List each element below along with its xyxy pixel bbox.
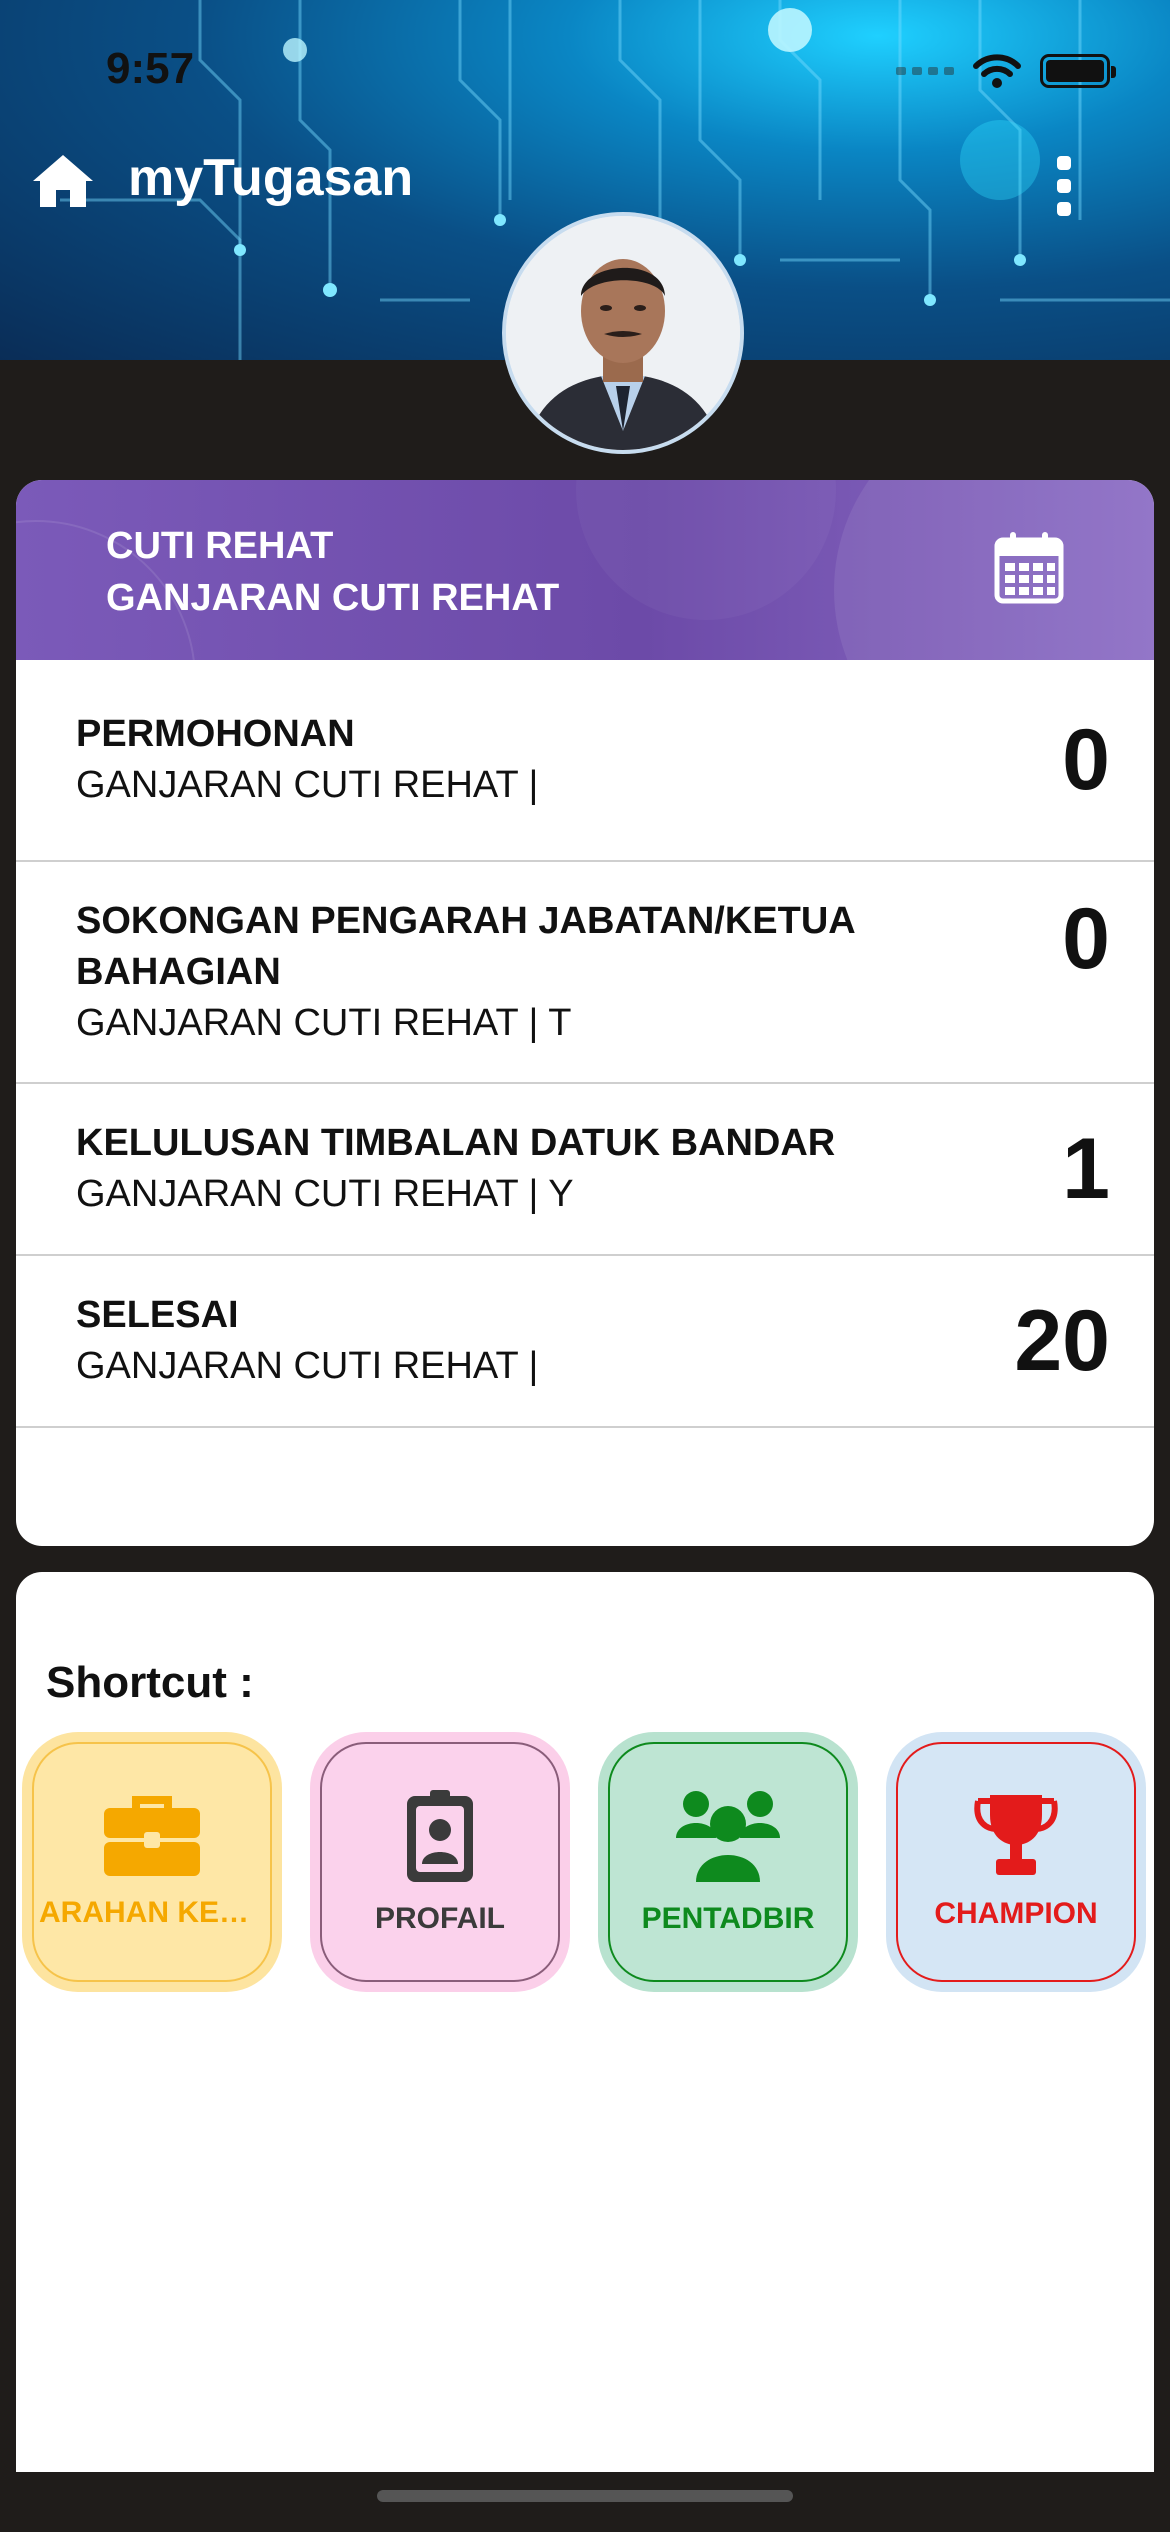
list-item-count: 20 (1014, 1292, 1110, 1389)
list-item-subtitle: GANJARAN CUTI REHAT | Y (76, 1173, 574, 1215)
shortcut-label-text: CHAMPION (934, 1897, 1098, 1930)
leave-card-title-line1: CUTI REHAT (106, 525, 334, 567)
list-item-permohonan[interactable]: PERMOHONAN GANJARAN CUTI REHAT | 0 (16, 660, 1154, 862)
shortcut-profail[interactable]: PROFAIL (310, 1732, 570, 1992)
shortcut-card: Shortcut : ARAHAN KER... PROFAIL PENTADB… (16, 1572, 1154, 2472)
leave-card-title-line2: GANJARAN CUTI REHAT (106, 577, 560, 619)
shortcut-label-text: PENTADBIR (641, 1902, 815, 1935)
shortcut-arahan-kerja[interactable]: ARAHAN KER... (22, 1732, 282, 1992)
list-item-count: 1 (1062, 1120, 1110, 1217)
status-icons (896, 52, 1116, 90)
more-menu-button[interactable] (1048, 156, 1080, 216)
list-item-title: SELESAI (76, 1294, 239, 1336)
app-title: myTugasan (128, 149, 414, 207)
shortcut-label: Shortcut : (46, 1658, 254, 1707)
list-item-title: PERMOHONAN (76, 713, 355, 755)
list-item-kelulusan[interactable]: KELULUSAN TIMBALAN DATUK BANDAR GANJARAN… (16, 1084, 1154, 1256)
shortcut-label-text: PROFAIL (374, 1902, 505, 1935)
leave-card: CUTI REHAT GANJARAN CUTI REHAT PERMOHONA… (16, 480, 1154, 1546)
home-indicator (377, 2490, 793, 2502)
avatar[interactable] (502, 212, 744, 454)
shortcut-champion[interactable]: CHAMPION (886, 1732, 1146, 1992)
list-item-count: 0 (1062, 891, 1110, 987)
list-item-subtitle: GANJARAN CUTI REHAT | (76, 1345, 539, 1387)
home-button[interactable] (30, 152, 96, 215)
leave-card-header[interactable]: CUTI REHAT GANJARAN CUTI REHAT (16, 480, 1154, 660)
users-icon (676, 1791, 780, 1882)
status-time: 9:57 (106, 44, 195, 93)
wifi-icon (973, 54, 1021, 88)
calendar-icon (994, 532, 1064, 604)
list-item-subtitle: GANJARAN CUTI REHAT | T (76, 1001, 572, 1044)
home-icon (33, 155, 93, 207)
profile-photo (506, 216, 740, 450)
battery-icon (1040, 54, 1116, 88)
trophy-icon (974, 1795, 1058, 1875)
briefcase-icon (104, 1796, 200, 1876)
list-item-count: 0 (1062, 711, 1110, 808)
id-badge-icon (407, 1790, 473, 1882)
list-item-title: KELULUSAN TIMBALAN DATUK BANDAR (76, 1122, 836, 1164)
shortcut-label-text: ARAHAN KER... (39, 1896, 265, 1929)
leave-card-title: CUTI REHAT GANJARAN CUTI REHAT (106, 520, 559, 624)
cellular-signal-icon (896, 67, 954, 75)
list-item-title: SOKONGAN PENGARAH JABATAN/KETUA BAHAGIAN (76, 899, 855, 993)
more-vertical-icon (1057, 156, 1071, 170)
list-item-selesai[interactable]: SELESAI GANJARAN CUTI REHAT | 20 (16, 1256, 1154, 1428)
list-item-sokongan[interactable]: SOKONGAN PENGARAH JABATAN/KETUA BAHAGIAN… (16, 862, 1154, 1084)
list-item-subtitle: GANJARAN CUTI REHAT | (76, 764, 539, 806)
shortcut-pentadbir[interactable]: PENTADBIR (598, 1732, 858, 1992)
